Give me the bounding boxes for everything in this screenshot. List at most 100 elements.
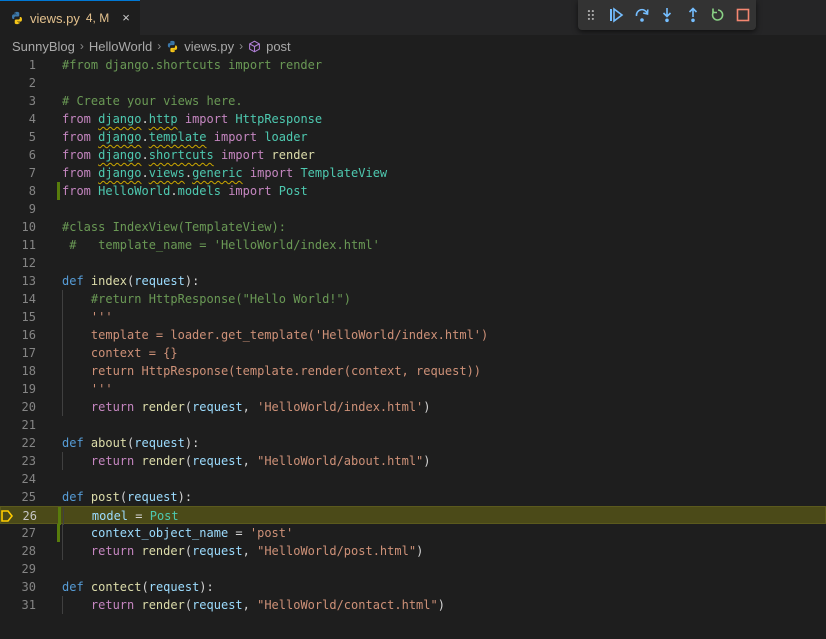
code-token: django (98, 112, 142, 126)
tab-views-py[interactable]: views.py 4, M × (0, 0, 140, 35)
line-number[interactable]: 21 (0, 416, 36, 434)
continue-button[interactable] (604, 4, 629, 26)
code-token: return (90, 598, 142, 612)
breadcrumb-item-folder[interactable]: HelloWorld (89, 39, 152, 54)
line-number[interactable]: 13 (0, 272, 36, 290)
line-number[interactable]: 14 (0, 290, 36, 308)
line-number[interactable]: 30 (0, 578, 36, 596)
code-line[interactable]: 23 return render(request, "HelloWorld/ab… (0, 452, 826, 470)
breadcrumb-item-symbol[interactable]: post (266, 39, 291, 54)
code-token: generic (192, 166, 243, 180)
code-line[interactable]: 13 def index(request): (0, 272, 826, 290)
code-line[interactable]: 7 from django.views.generic import Templa… (0, 164, 826, 182)
code-editor[interactable]: 1 #from django.shortcuts import render 2 3 #… (0, 56, 826, 639)
code-token: loader (264, 130, 308, 144)
code-token: . (170, 184, 178, 198)
code-token: . (141, 112, 149, 126)
code-token: import (220, 184, 279, 198)
code-token: ( (184, 598, 193, 612)
line-number[interactable]: 8 (0, 182, 36, 200)
line-number[interactable]: 20 (0, 398, 36, 416)
code-line[interactable]: 24 (0, 470, 826, 488)
breadcrumb-item-file[interactable]: views.py (184, 39, 234, 54)
line-number[interactable]: 11 (0, 236, 36, 254)
line-number[interactable]: 18 (0, 362, 36, 380)
current-line[interactable]: 26 model = Post (0, 506, 826, 525)
line-number[interactable]: 28 (0, 542, 36, 560)
code-line[interactable]: 20 return render(request, 'HelloWorld/in… (0, 398, 826, 416)
line-number[interactable]: 29 (0, 560, 36, 578)
code-line[interactable]: 28 return render(request, "HelloWorld/po… (0, 542, 826, 560)
code-token: ): (184, 274, 200, 288)
line-number[interactable]: 1 (0, 56, 36, 74)
close-icon[interactable]: × (118, 10, 134, 26)
code-line[interactable]: 12 (0, 254, 826, 272)
line-number[interactable]: 31 (0, 596, 36, 614)
restart-button[interactable] (705, 4, 730, 26)
chevron-right-icon: › (239, 39, 244, 53)
step-over-button[interactable] (629, 4, 654, 26)
code-token: return (90, 544, 142, 558)
line-number[interactable]: 16 (0, 326, 36, 344)
line-number[interactable]: 15 (0, 308, 36, 326)
git-modified-indicator (58, 507, 61, 525)
code-line[interactable]: 3 # Create your views here. (0, 92, 826, 110)
code-token: return (90, 400, 142, 414)
step-out-icon (688, 7, 697, 23)
line-number[interactable]: 5 (0, 128, 36, 146)
line-number[interactable]: 23 (0, 452, 36, 470)
line-number[interactable]: 4 (0, 110, 36, 128)
code-text: context_object_name = 'post' (62, 524, 293, 542)
drag-grip-icon[interactable] (586, 8, 596, 22)
code-line[interactable]: 30 def contect(request): (0, 578, 826, 596)
code-line[interactable]: 1 #from django.shortcuts import render (0, 56, 826, 74)
code-line[interactable]: 2 (0, 74, 826, 92)
line-number[interactable]: 6 (0, 146, 36, 164)
code-line[interactable]: 14 #return HttpResponse("Hello World!") (0, 290, 826, 308)
step-out-button[interactable] (680, 4, 705, 26)
code-line[interactable]: 21 (0, 416, 826, 434)
code-line[interactable]: 5 from django.template import loader (0, 128, 826, 146)
code-line[interactable]: 6 from django.shortcuts import render (0, 146, 826, 164)
breadcrumb-item-project[interactable]: SunnyBlog (12, 39, 75, 54)
line-number[interactable]: 27 (0, 524, 36, 542)
step-into-button[interactable] (655, 4, 680, 26)
code-token: def (62, 490, 91, 504)
line-number[interactable]: 7 (0, 164, 36, 182)
code-line[interactable]: 16 template = loader.get_template('Hello… (0, 326, 826, 344)
line-number[interactable]: 3 (0, 92, 36, 110)
code-line[interactable]: 22 def about(request): (0, 434, 826, 452)
code-line[interactable]: 19 ''' (0, 380, 826, 398)
code-line[interactable]: 17 context = {} (0, 344, 826, 362)
code-line[interactable]: 27 context_object_name = 'post' (0, 524, 826, 542)
code-line[interactable]: 25 def post(request): (0, 488, 826, 506)
code-token: models (177, 184, 221, 198)
code-line[interactable]: 9 (0, 200, 826, 218)
line-number[interactable]: 9 (0, 200, 36, 218)
code-line[interactable]: 8 from HelloWorld.models import Post (0, 182, 826, 200)
line-number[interactable]: 10 (0, 218, 36, 236)
code-token: . (141, 148, 149, 162)
code-token: , (242, 544, 258, 558)
line-number[interactable]: 19 (0, 380, 36, 398)
code-token: def (62, 274, 91, 288)
line-number[interactable]: 24 (0, 470, 36, 488)
code-line[interactable]: 15 ''' (0, 308, 826, 326)
code-line[interactable]: 29 (0, 560, 826, 578)
stop-icon (737, 8, 750, 22)
stop-button[interactable] (731, 4, 756, 26)
code-text: def contect(request): (62, 578, 214, 596)
code-token: context_object_name (90, 526, 229, 540)
line-number[interactable]: 17 (0, 344, 36, 362)
code-line[interactable]: 11 # template_name = 'HelloWorld/index.h… (0, 236, 826, 254)
line-number[interactable]: 2 (0, 74, 36, 92)
line-number[interactable]: 22 (0, 434, 36, 452)
code-line[interactable]: 4 from django.http import HttpResponse (0, 110, 826, 128)
debug-current-line-icon (1, 510, 13, 522)
code-token: ( (184, 454, 193, 468)
line-number[interactable]: 12 (0, 254, 36, 272)
line-number[interactable]: 25 (0, 488, 36, 506)
code-line[interactable]: 18 return HttpResponse(template.render(c… (0, 362, 826, 380)
code-line[interactable]: 31 return render(request, "HelloWorld/co… (0, 596, 826, 614)
code-line[interactable]: 10 #class IndexView(TemplateView): (0, 218, 826, 236)
